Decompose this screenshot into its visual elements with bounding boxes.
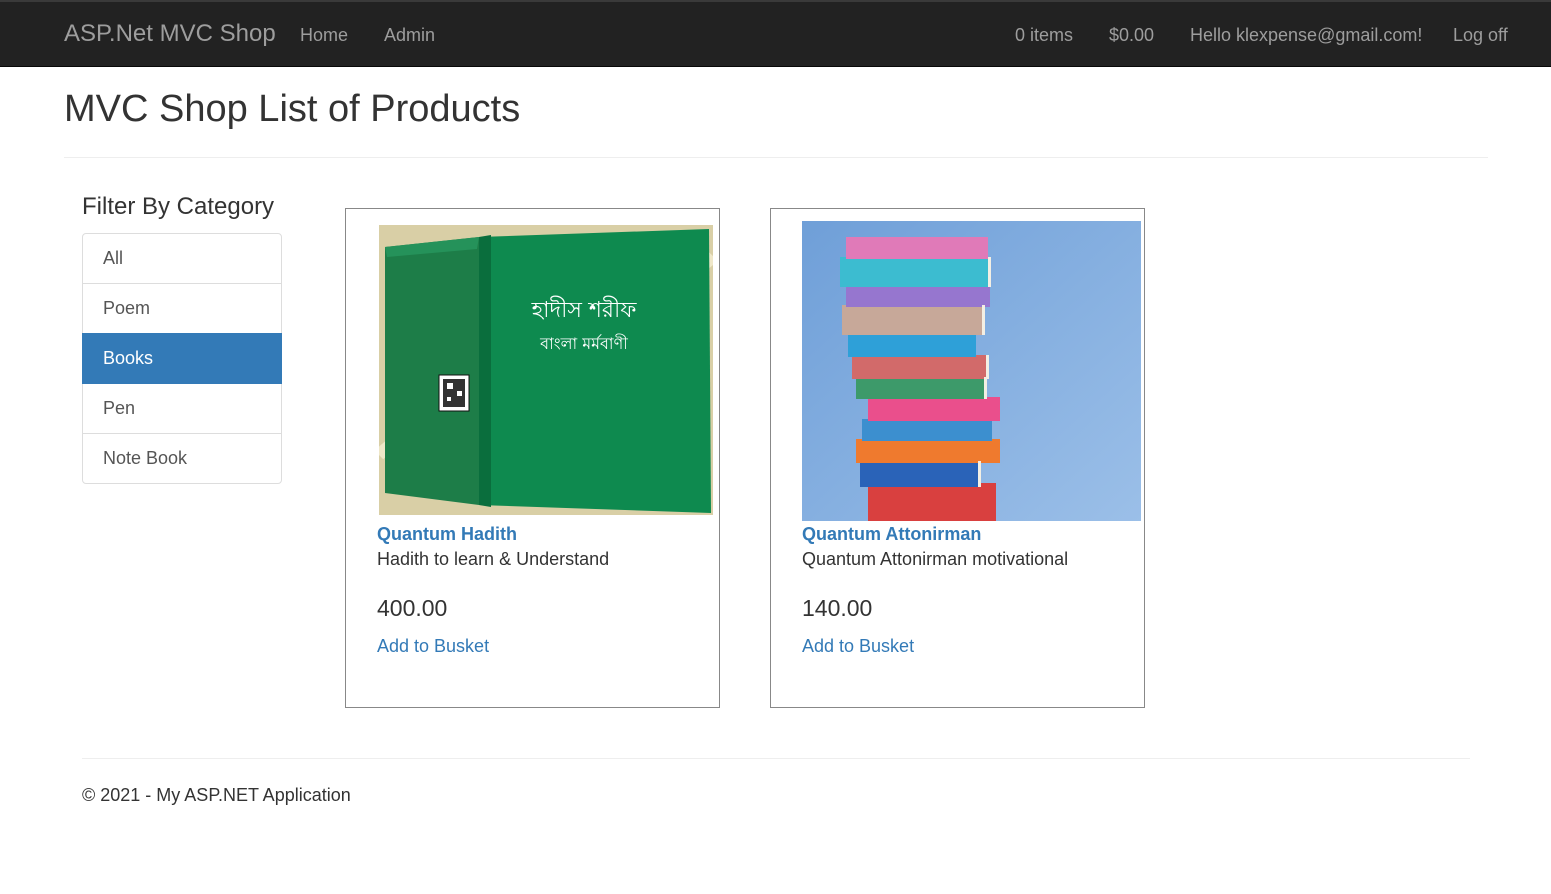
product-card: হাদীস শরীফ বাংলা মর্মবাণী Quantum Hadith… xyxy=(345,208,720,708)
category-item-poem[interactable]: Poem xyxy=(82,283,282,334)
product-image-book-stack xyxy=(802,221,1141,521)
user-greeting-link[interactable]: Hello klexpense@gmail.com! xyxy=(1190,25,1422,46)
basket-count-link[interactable]: 0 items xyxy=(1015,25,1073,46)
category-item-note-book[interactable]: Note Book xyxy=(82,433,282,484)
brand-link[interactable]: ASP.Net MVC Shop xyxy=(64,20,276,48)
product-image-hadith-book: হাদীস শরীফ বাংলা মর্মবাণী xyxy=(379,225,713,515)
footer-divider xyxy=(82,758,1470,759)
product-price: 140.00 xyxy=(802,595,873,621)
category-item-pen[interactable]: Pen xyxy=(82,383,282,434)
add-to-basket-link[interactable]: Add to Busket xyxy=(802,636,914,657)
footer-copyright: © 2021 - My ASP.NET Application xyxy=(82,785,351,805)
page-title: MVC Shop List of Products xyxy=(64,88,521,130)
product-card: Quantum Attonirman Quantum Attonirman mo… xyxy=(770,208,1145,708)
category-list: All Poem Books Pen Note Book xyxy=(82,233,282,484)
category-item-books[interactable]: Books xyxy=(82,333,282,384)
basket-total-link[interactable]: $0.00 xyxy=(1109,25,1154,46)
filter-heading: Filter By Category xyxy=(82,193,275,220)
nav-admin-link[interactable]: Admin xyxy=(384,25,435,46)
product-description: Hadith to learn & Understand xyxy=(377,549,610,569)
category-item-all[interactable]: All xyxy=(82,233,282,284)
product-price: 400.00 xyxy=(377,595,448,621)
product-name-link[interactable]: Quantum Attonirman xyxy=(802,524,981,545)
cover-title: হাদীস শরীফ xyxy=(531,296,638,323)
nav-home-link[interactable]: Home xyxy=(300,25,348,46)
add-to-basket-link[interactable]: Add to Busket xyxy=(377,636,489,657)
top-navbar: ASP.Net MVC Shop Home Admin 0 items $0.0… xyxy=(0,0,1551,67)
cover-subtitle: বাংলা মর্মবাণী xyxy=(539,334,628,353)
logoff-link[interactable]: Log off xyxy=(1453,25,1508,46)
product-name-link[interactable]: Quantum Hadith xyxy=(377,524,517,545)
product-description: Quantum Attonirman motivational xyxy=(802,549,1069,569)
divider xyxy=(64,157,1488,158)
